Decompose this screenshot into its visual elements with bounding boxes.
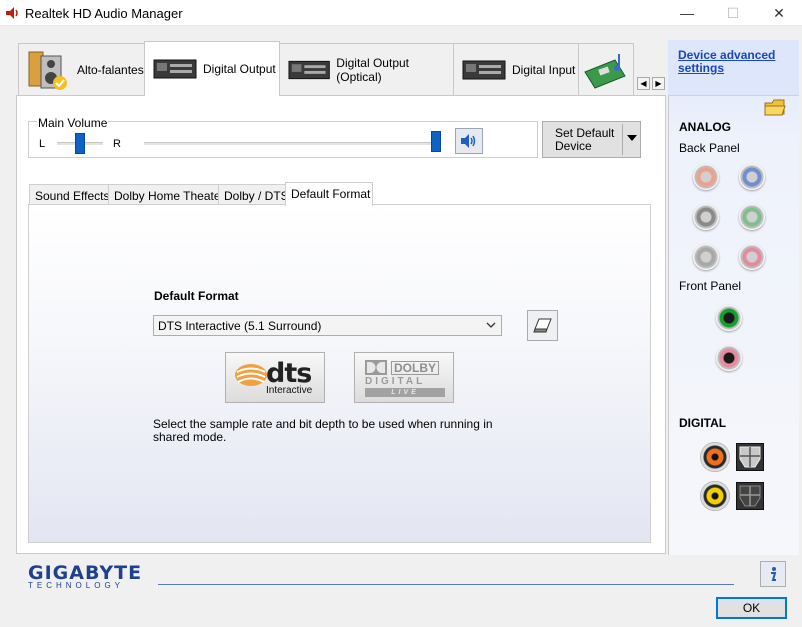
tab-digital-output-optical[interactable]: Digital Output (Optical) — [279, 43, 454, 95]
dolby-logo-button[interactable]: DOLBY DIGITAL LIVE — [354, 352, 454, 403]
folder-icon[interactable] — [764, 98, 786, 116]
tab-dolby-dts[interactable]: Dolby / DTS — [218, 184, 289, 205]
receiver-icon — [462, 60, 506, 79]
tab-label: Dolby / DTS — [224, 189, 289, 203]
gigabyte-logo: GIGABYTE TECHNOLOGY — [28, 562, 142, 590]
mute-button[interactable] — [455, 128, 483, 154]
dts-logo-subtext: Interactive — [266, 385, 313, 396]
optical-port-icon — [739, 446, 761, 468]
default-format-panel — [28, 204, 651, 543]
speaker-icon — [6, 7, 18, 19]
dropdown-arrow-icon[interactable] — [627, 135, 637, 141]
connector-panel — [668, 40, 799, 555]
maximize-icon: ☐ — [726, 4, 740, 21]
tab-label: Digital Output — [203, 62, 276, 76]
back-jack-4[interactable] — [739, 204, 765, 230]
right-label: R — [113, 138, 121, 150]
back-jack-1[interactable] — [693, 164, 719, 190]
optical-port-1[interactable] — [736, 443, 764, 471]
tab-digital-output[interactable]: Digital Output — [144, 41, 280, 96]
front-panel-label: Front Panel — [679, 279, 742, 293]
main-volume-label: Main Volume — [37, 116, 109, 130]
dolby-live-text: LIVE — [365, 388, 445, 397]
tab-more-devices[interactable] — [578, 43, 634, 95]
set-default-device-button[interactable]: Set Default Device — [542, 121, 641, 158]
speaker-icon — [461, 134, 476, 148]
tab-label: Default Format — [291, 187, 371, 201]
back-jack-3[interactable] — [693, 204, 719, 230]
footer-divider — [158, 584, 734, 585]
tab-dolby-home-theater[interactable]: Dolby Home Theater — [108, 184, 225, 205]
tab-label: Dolby Home Theater — [114, 189, 225, 203]
split-divider — [622, 124, 623, 155]
minimize-icon: — — [680, 5, 694, 21]
back-jack-2[interactable] — [739, 164, 765, 190]
dts-logo-button[interactable]: dts Interactive — [225, 352, 325, 403]
tab-label: Digital Input — [512, 62, 576, 77]
close-icon: ✕ — [773, 4, 785, 21]
set-default-label: Set Default Device — [555, 126, 615, 153]
back-jack-6[interactable] — [739, 244, 765, 270]
close-button[interactable]: ✕ — [756, 0, 802, 26]
default-format-heading: Default Format — [154, 289, 239, 303]
back-jack-5[interactable] — [693, 244, 719, 270]
tab-scroll-left-button[interactable]: ◀ — [637, 77, 650, 90]
sound-card-icon — [584, 53, 626, 89]
tab-alto-falantes[interactable]: Alto-falantes — [18, 43, 145, 95]
back-panel-label: Back Panel — [679, 141, 740, 155]
arrow-left-icon: ◀ — [640, 79, 647, 88]
ok-label: OK — [742, 601, 761, 615]
analog-heading: ANALOG — [679, 120, 731, 134]
device-advanced-settings-link[interactable]: Device advanced settings — [678, 49, 788, 75]
dolby-double-d-icon — [365, 360, 387, 375]
dolby-digital-text: DIGITAL — [365, 376, 426, 387]
title-bar: Realtek HD Audio Manager — ☐ ✕ — [0, 0, 802, 26]
window-title: Realtek HD Audio Manager — [25, 6, 183, 21]
front-jack-1[interactable] — [716, 305, 742, 331]
info-icon — [771, 567, 777, 581]
chevron-down-icon[interactable] — [485, 319, 497, 331]
receiver-icon — [153, 59, 197, 79]
maximize-button[interactable]: ☐ — [710, 0, 756, 26]
tab-label: Sound Effects — [35, 189, 110, 203]
left-label: L — [39, 138, 46, 150]
info-button[interactable] — [760, 561, 786, 587]
tab-default-format[interactable]: Default Format — [285, 182, 373, 206]
tab-label: Digital Output (Optical) — [336, 55, 409, 84]
dts-swoosh-icon — [235, 364, 267, 386]
coaxial-jack-2[interactable] — [700, 481, 730, 511]
optical-port-icon — [739, 485, 761, 507]
volume-slider-thumb[interactable] — [431, 131, 441, 152]
eraser-icon — [532, 318, 552, 332]
arrow-right-icon: ▶ — [655, 79, 662, 88]
front-jack-2[interactable] — [716, 345, 742, 371]
format-selected-value: DTS Interactive (5.1 Surround) — [158, 319, 322, 333]
balance-slider-thumb[interactable] — [75, 133, 85, 154]
format-select[interactable]: DTS Interactive (5.1 Surround) — [153, 315, 502, 336]
format-description: Select the sample rate and bit depth to … — [153, 417, 493, 444]
tab-sound-effects[interactable]: Sound Effects — [29, 184, 110, 205]
reset-format-button[interactable] — [527, 310, 558, 341]
receiver-icon — [288, 60, 330, 79]
digital-heading: DIGITAL — [679, 416, 727, 430]
tab-scroll-right-button[interactable]: ▶ — [652, 77, 665, 90]
speakers-icon — [28, 51, 67, 90]
tab-label: Alto-falantes — [77, 62, 144, 77]
ok-button[interactable]: OK — [716, 597, 787, 619]
optical-port-2[interactable] — [736, 482, 764, 510]
minimize-button[interactable]: — — [664, 0, 710, 26]
tab-digital-input[interactable]: Digital Input — [453, 43, 579, 95]
dolby-logo-text: DOLBY — [391, 361, 439, 375]
coaxial-jack-1[interactable] — [700, 442, 730, 472]
volume-slider-track[interactable] — [144, 142, 436, 145]
